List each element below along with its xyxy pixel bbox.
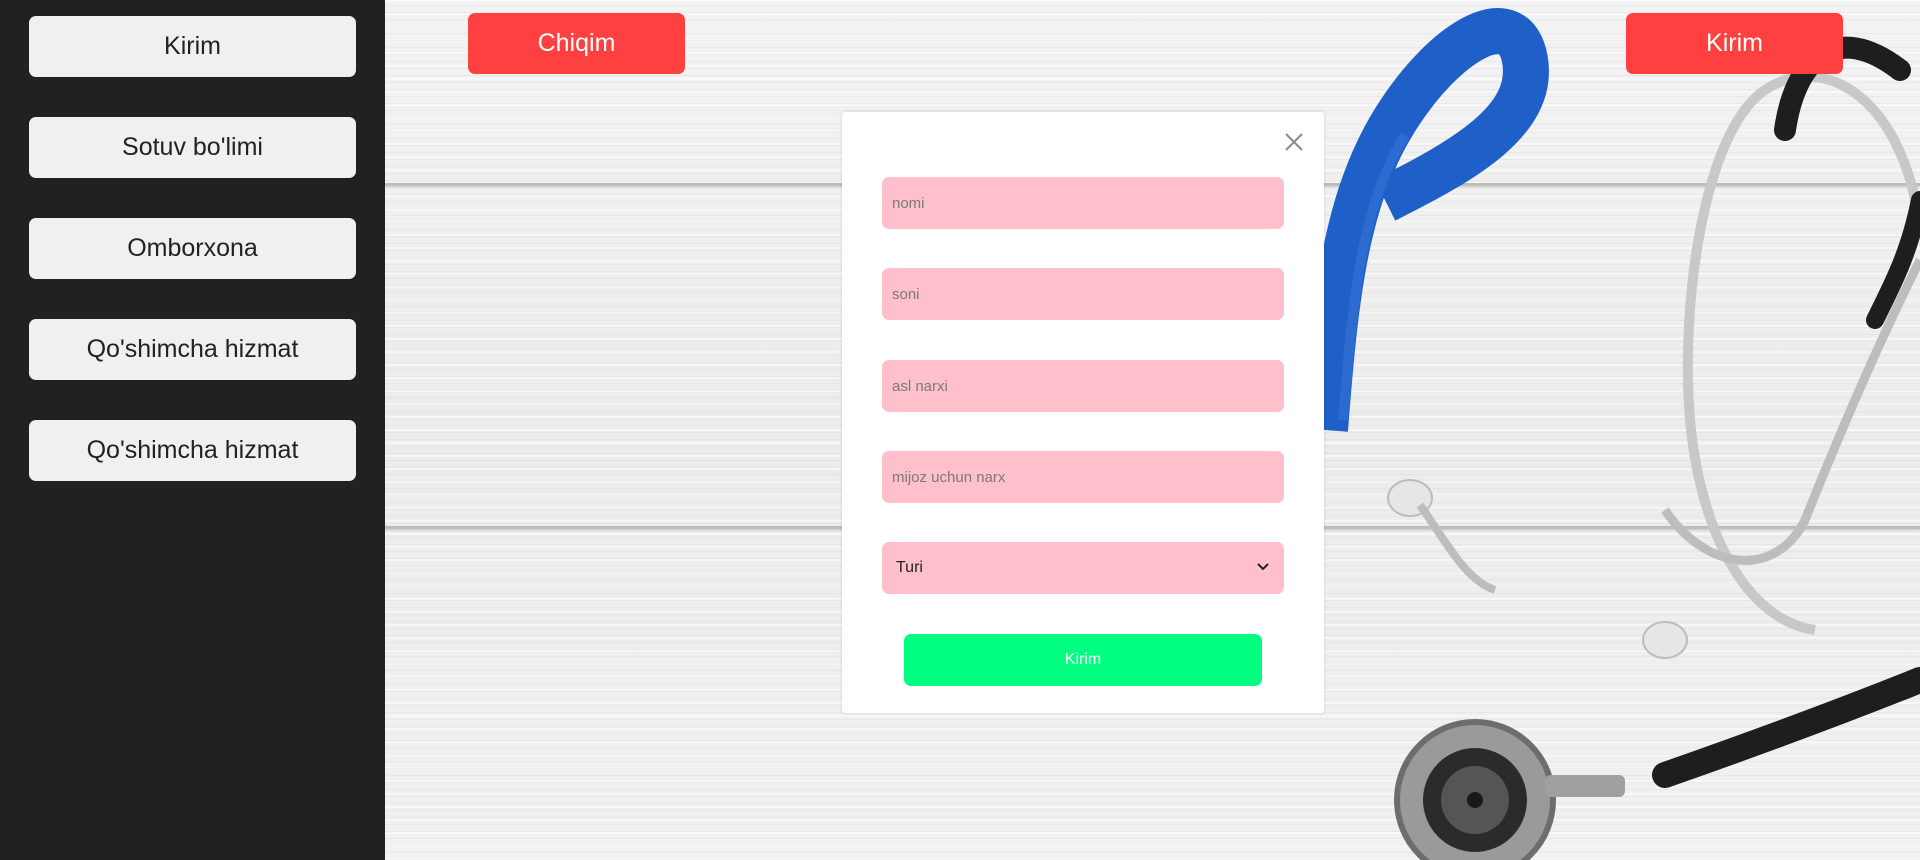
soni-input[interactable] [882,268,1284,320]
sidebar-item-qoshimcha-hizmat-2[interactable]: Qo'shimcha hizmat [29,420,356,481]
mijoz-uchun-narx-input[interactable] [882,451,1284,503]
asl-narxi-input[interactable] [882,360,1284,412]
chiqim-button[interactable]: Chiqim [468,13,685,74]
ribbon-icon [1302,8,1549,432]
sidebar-item-sotuv-bolimi[interactable]: Sotuv bo'limi [29,117,356,178]
sidebar: Kirim Sotuv bo'limi Omborxona Qo'shimcha… [0,0,385,860]
kirim-submit-button[interactable]: Kirim [904,634,1262,686]
sidebar-item-qoshimcha-hizmat-1[interactable]: Qo'shimcha hizmat [29,319,356,380]
sidebar-item-kirim[interactable]: Kirim [29,16,356,77]
sidebar-item-omborxona[interactable]: Omborxona [29,218,356,279]
close-icon[interactable] [1282,130,1306,154]
kirim-modal: Turi Kirim [842,112,1324,713]
kirim-button[interactable]: Kirim [1626,13,1843,74]
chevron-down-icon [1257,563,1269,571]
turi-select[interactable]: Turi [882,542,1284,594]
nomi-input[interactable] [882,177,1284,229]
turi-select-value: Turi [896,559,923,576]
